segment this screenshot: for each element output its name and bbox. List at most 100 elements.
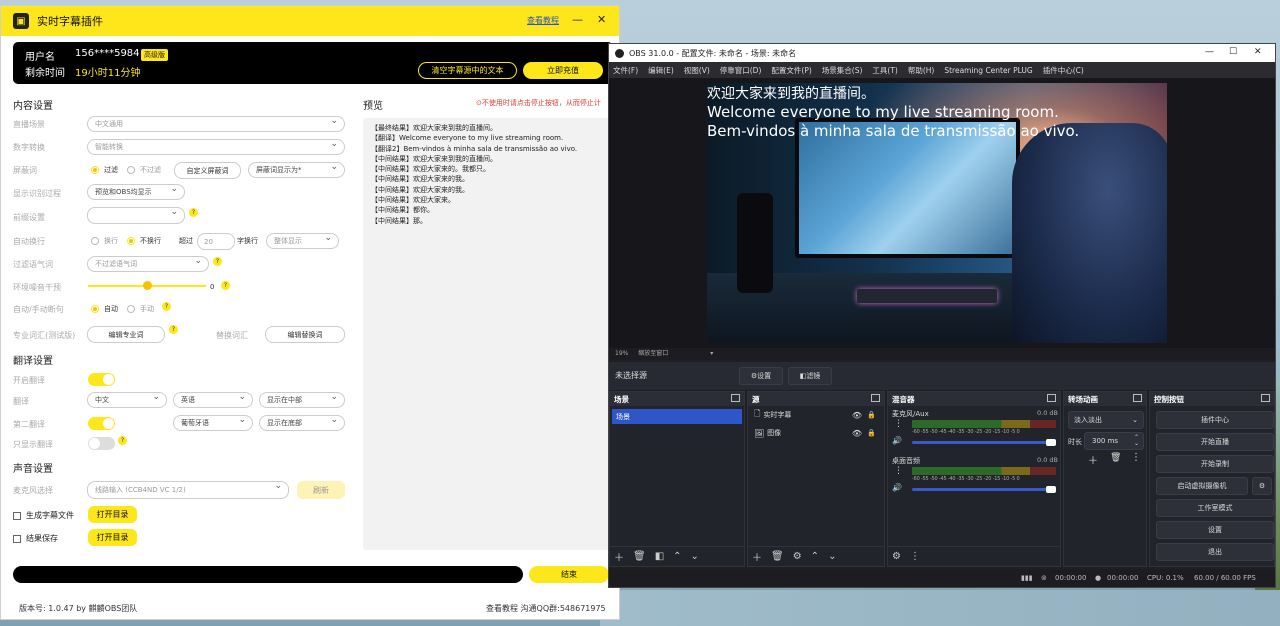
add-icon[interactable]: ＋ [752,549,762,564]
exit-button[interactable]: 退出 [1156,543,1274,561]
chevron-down-icon[interactable]: ⌄ [691,551,699,562]
recharge-button[interactable]: 立即充值 [523,62,603,79]
help-question-icon[interactable]: ? [221,281,230,290]
virtual-camera-button[interactable]: 启动虚拟摄像机 [1156,477,1248,495]
lock-icon[interactable]: 🔒 [867,429,876,437]
transition-select[interactable]: 淡入淡出 ⌄ [1068,411,1144,429]
translate-position-select[interactable]: 显示在中部 [259,392,345,408]
source-filters-button[interactable]: ◧ 滤镜 [788,367,832,385]
custom-block-words-button[interactable]: 自定义屏蔽词 [174,162,241,179]
source-settings-button[interactable]: ⚙ 设置 [739,367,783,385]
zoom-select[interactable]: 缩放至窗口 [638,350,668,357]
chevron-down-icon[interactable]: ▾ [710,350,713,357]
minimize-icon[interactable]: — [1205,47,1214,57]
wrap-count-input[interactable]: 20 [197,233,235,250]
wrap-on-radio[interactable]: 换行 [91,236,118,246]
minimize-icon[interactable]: — [572,13,583,26]
chevron-up-icon[interactable]: ⌃ [811,551,819,562]
wrap-off-radio[interactable]: 不换行 [127,236,161,246]
second-position-select[interactable]: 显示在底部 [259,415,345,431]
help-question-icon[interactable]: ? [118,436,127,445]
digit-select[interactable]: 智能转换 [87,139,345,155]
to-language-select[interactable]: 英语 [173,392,253,408]
obs-preview-canvas[interactable]: 欢迎大家来到我的直播间。 Welcome everyone to my live… [609,78,1275,348]
whole-display-select[interactable]: 整体显示 [266,233,339,249]
add-icon[interactable]: ＋ [614,549,624,564]
from-language-select[interactable]: 中文 [87,392,167,408]
scene-filter-icon[interactable]: ◧ [655,551,664,562]
advanced-audio-icon[interactable]: ⚙ [892,551,901,562]
help-question-icon[interactable]: ? [189,208,198,217]
gen-subtitle-file-checkbox[interactable]: 生成字幕文件 [13,510,74,521]
volume-icon[interactable]: 🔊 [892,436,902,445]
kebab-menu-icon[interactable]: ⋮ [910,551,920,562]
show-process-select[interactable]: 预览和OBS均显示 [87,184,185,200]
popout-icon[interactable] [1133,394,1142,402]
close-icon[interactable]: ✕ [597,13,606,26]
trash-icon[interactable]: 🗑 [771,551,784,562]
start-recording-button[interactable]: 开始录制 [1156,455,1274,473]
block-display-select[interactable]: 屏蔽词显示为* [248,162,345,178]
noise-slider-handle[interactable] [143,281,152,290]
popout-icon[interactable] [1047,394,1056,402]
block-nofilter-radio[interactable]: 不过滤 [127,165,161,175]
kebab-menu-icon[interactable]: ⋮ [894,466,903,476]
desktop-volume-slider[interactable] [912,486,1056,493]
studio-mode-button[interactable]: 工作室模式 [1156,499,1274,517]
eye-icon[interactable]: 👁 [852,429,862,438]
mic-select[interactable]: 线路输入 (CCB4ND VC 1/2) [87,481,289,499]
scene-select[interactable]: 中文通用 [87,116,345,132]
menu-view[interactable]: 视图(V) [684,65,710,76]
close-icon[interactable]: ✕ [1254,47,1262,57]
edit-terms-button[interactable]: 编辑专业词 [87,326,165,343]
settings-button[interactable]: 设置 [1156,521,1274,539]
kebab-menu-icon[interactable]: ⋮ [894,419,903,429]
menu-profile[interactable]: 配置文件(P) [771,65,811,76]
trash-icon[interactable]: 🗑 [1110,453,1121,463]
open-dir-button-2[interactable]: 打开目录 [88,529,137,546]
duration-input[interactable]: 300 ms ⌃ ⌄ [1084,432,1144,450]
scene-item[interactable]: 场景 [612,409,742,424]
source-item-text[interactable]: 🗋 实时字幕 👁 🔒 [748,406,884,424]
block-filter-radio[interactable]: 过滤 [91,165,118,175]
help-question-icon[interactable]: ? [162,302,171,311]
menu-plugin-center[interactable]: 插件中心(C) [1043,65,1084,76]
refresh-button[interactable]: 刷新 [297,481,345,499]
help-link[interactable]: 查看教程 [527,15,559,26]
lock-icon[interactable]: 🔒 [867,411,876,419]
eye-icon[interactable]: 👁 [852,411,862,420]
menu-edit[interactable]: 编辑(E) [648,65,674,76]
menu-scene-collection[interactable]: 场景集合(S) [822,65,863,76]
source-item-image[interactable]: 🖼 图像 👁 🔒 [748,424,884,442]
chevron-up-icon[interactable]: ⌃ [673,551,681,562]
clear-subtitle-button[interactable]: 清空字幕源中的文本 [418,62,517,79]
menu-tools[interactable]: 工具(T) [872,65,897,76]
volume-icon[interactable]: 🔊 [892,483,902,492]
chevron-down-icon[interactable]: ⌄ [828,551,836,562]
mic-volume-slider[interactable] [912,439,1056,446]
menu-file[interactable]: 文件(F) [613,65,638,76]
gear-icon[interactable]: ⚙ [1252,477,1272,495]
menu-streaming-center[interactable]: Streaming Center PLUG [944,66,1032,75]
add-icon[interactable]: ＋ [1088,452,1098,467]
popout-icon[interactable] [1261,394,1270,402]
prefix-input[interactable] [87,207,185,224]
open-dir-button-1[interactable]: 打开目录 [88,506,137,523]
second-language-select[interactable]: 葡萄牙语 [173,415,253,431]
start-streaming-button[interactable]: 开始直播 [1156,433,1274,451]
sentence-auto-radio[interactable]: 自动 [91,304,118,314]
help-question-icon[interactable]: ? [169,325,178,334]
help-question-icon[interactable]: ? [213,257,222,266]
enable-translate-toggle[interactable] [88,373,115,386]
edit-replace-button[interactable]: 编辑替换词 [265,326,345,343]
popout-icon[interactable] [731,394,740,402]
gear-icon[interactable]: ⚙ [793,551,802,562]
plugin-center-button[interactable]: 插件中心 [1156,411,1274,429]
end-button[interactable]: 结束 [529,566,609,583]
only-translate-toggle[interactable] [88,437,115,450]
second-translate-toggle[interactable] [88,417,115,430]
maximize-icon[interactable]: ☐ [1229,47,1237,57]
trash-icon[interactable]: 🗑 [633,551,646,562]
save-result-checkbox[interactable]: 结果保存 [13,533,58,544]
kebab-menu-icon[interactable]: ⋮ [1131,452,1141,463]
